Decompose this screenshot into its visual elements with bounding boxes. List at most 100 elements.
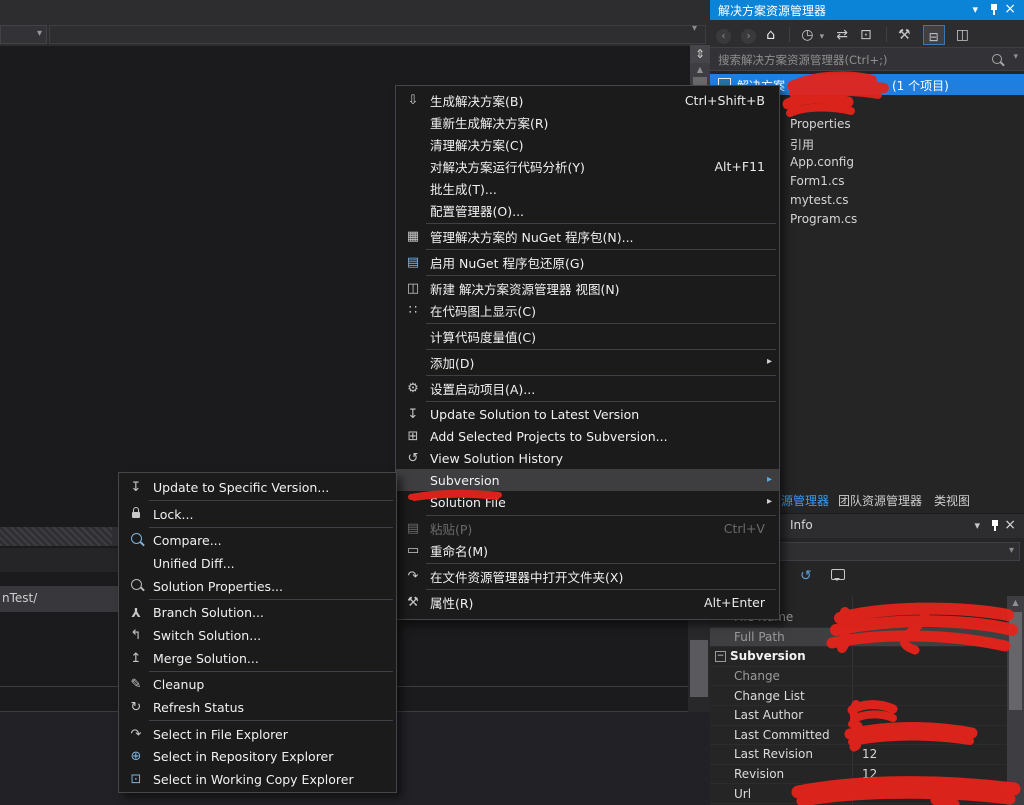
nuget-restore-icon: ▤ (396, 255, 430, 270)
menu-item-add[interactable]: 添加(D)▸ (396, 351, 779, 373)
scroll-up-button[interactable]: ▲ (1007, 596, 1024, 610)
menu-item-build-solution[interactable]: ⇩生成解决方案(B)Ctrl+Shift+B (396, 89, 779, 111)
property-row-revision[interactable]: Revision12 (710, 765, 1007, 785)
menu-item-manage-nuget-packages[interactable]: ▦管理解决方案的 NuGet 程序包(N)... (396, 225, 779, 247)
menu-item-update-to-specific-version[interactable]: ↧Update to Specific Version... (119, 476, 396, 499)
menu-item-refresh-status[interactable]: ↻Refresh Status (119, 696, 396, 719)
menu-item-unified-diff[interactable]: Unified Diff... (119, 552, 396, 575)
menu-item-show-on-code-map[interactable]: ∷在代码图上显示(C) (396, 299, 779, 321)
collapse-expander-icon[interactable]: − (715, 651, 726, 662)
menu-item-solution-properties[interactable]: Solution Properties... (119, 575, 396, 598)
panel-title: Info (785, 518, 818, 532)
home-icon[interactable]: ⌂ (766, 27, 775, 43)
solution-label-suffix: (1 个项目) (892, 77, 949, 94)
property-row-last-revision[interactable]: Last Revision12 (710, 745, 1007, 765)
tree-row[interactable]: 引用 (790, 136, 814, 153)
toolbar-combobox[interactable]: ▾ (0, 25, 47, 44)
menu-item-calculate-code-metrics[interactable]: 计算代码度量值(C) (396, 325, 779, 347)
menu-item-clean-solution[interactable]: 清理解决方案(C) (396, 133, 779, 155)
scrollbar-thumb[interactable] (690, 640, 708, 697)
solution-explorer-toolbar: ‹ › ⌂ ◷ ▾ ⇄ ⊡ ⚒ ⊟ ◫ (710, 20, 1024, 47)
menu-separator (149, 599, 393, 600)
menu-item-switch-solution[interactable]: ↰Switch Solution... (119, 624, 396, 647)
grid-scrollbar[interactable]: ▲ (1007, 596, 1024, 805)
tree-row[interactable]: App.config (790, 155, 854, 169)
cleanup-icon: ✎ (119, 677, 153, 692)
menu-separator (149, 671, 393, 672)
back-icon[interactable]: ‹ (716, 29, 731, 44)
toolbar-separator (886, 27, 887, 42)
menu-item-merge-solution[interactable]: ↥Merge Solution... (119, 647, 396, 670)
chevron-down-icon[interactable]: ▾ (820, 32, 825, 42)
menu-item-update-solution-latest[interactable]: ↧Update Solution to Latest Version (396, 403, 779, 425)
show-all-files-button[interactable]: ⊟ (923, 25, 945, 45)
properties-wrench-icon[interactable]: ⚒ (898, 27, 911, 43)
new-view-icon: ◫ (396, 281, 430, 296)
menu-item-set-startup-projects[interactable]: ⚙设置启动项目(A)... (396, 377, 779, 399)
menu-item-rename[interactable]: ▭重命名(M) (396, 539, 779, 561)
menu-item-enable-nuget-restore[interactable]: ▤启用 NuGet 程序包还原(G) (396, 251, 779, 273)
window-menu-caret-icon[interactable]: ▾ (972, 3, 978, 16)
splitter-handle[interactable]: ⇕ (690, 45, 710, 63)
menu-item-branch-solution[interactable]: YBranch Solution... (119, 601, 396, 624)
tree-row[interactable]: Properties (790, 117, 851, 131)
menu-item-configuration-manager[interactable]: 配置管理器(O)... (396, 199, 779, 221)
property-row-last-author[interactable]: Last Author (710, 706, 1007, 726)
menu-item-add-projects-to-subversion[interactable]: ⊞Add Selected Projects to Subversion... (396, 425, 779, 447)
pending-changes-filter-icon[interactable]: ◷ (801, 27, 813, 43)
property-row-full-path[interactable]: Full Path (710, 628, 1007, 648)
property-row-change-list[interactable]: Change List (710, 686, 1007, 706)
tab-class-view[interactable]: 类视图 (934, 492, 970, 509)
chevron-down-icon[interactable]: ▾ (1009, 545, 1014, 556)
history-icon[interactable]: ↺ (800, 568, 812, 584)
menu-item-solution-file[interactable]: Solution File▸ (396, 491, 779, 513)
menu-item-select-in-repository-explorer[interactable]: ⊕Select in Repository Explorer (119, 746, 396, 769)
pin-icon[interactable] (990, 4, 998, 15)
tree-row[interactable]: Form1.cs (790, 174, 845, 188)
property-row-last-committed[interactable]: Last Committed (710, 726, 1007, 746)
tree-row[interactable]: mytest.cs (790, 193, 849, 207)
menu-item-subversion[interactable]: Subversion▸ (396, 469, 779, 491)
menu-item-compare[interactable]: Compare... (119, 529, 396, 552)
comment-bubble-icon[interactable] (831, 569, 845, 580)
menu-item-cleanup[interactable]: ✎Cleanup (119, 674, 396, 697)
tab-team-explorer[interactable]: 团队资源管理器 (838, 492, 922, 509)
close-icon[interactable]: × (1004, 1, 1016, 17)
menu-item-lock[interactable]: Lock... (119, 503, 396, 526)
property-row-change[interactable]: Change (710, 667, 1007, 687)
refresh-icon: ↻ (119, 700, 153, 715)
solution-explorer-titlebar[interactable]: 解决方案资源管理器 ▾ × (710, 0, 1024, 20)
close-icon[interactable]: × (1004, 517, 1016, 533)
scrollbar-track[interactable] (688, 620, 710, 712)
collapse-all-icon[interactable]: ⊡ (860, 27, 872, 43)
search-icon[interactable] (992, 54, 1002, 64)
property-row-url[interactable]: Url (710, 784, 1007, 804)
menu-item-view-solution-history[interactable]: ↺View Solution History (396, 447, 779, 469)
menu-item-select-in-file-explorer[interactable]: ↷Select in File Explorer (119, 723, 396, 746)
menu-item-open-folder-in-explorer[interactable]: ↷在文件资源管理器中打开文件夹(X) (396, 565, 779, 587)
menu-item-batch-build[interactable]: 批生成(T)... (396, 177, 779, 199)
menu-item-paste[interactable]: ▤粘贴(P)Ctrl+V (396, 517, 779, 539)
working-copy-icon: ⊡ (119, 772, 153, 787)
chevron-down-icon[interactable]: ▾ (1013, 52, 1018, 62)
chevron-down-icon[interactable]: ▾ (692, 23, 697, 34)
menu-item-new-solution-explorer-view[interactable]: ◫新建 解决方案资源管理器 视图(N) (396, 277, 779, 299)
switch-icon: ↰ (119, 628, 153, 643)
scrollbar-thumb[interactable] (1009, 612, 1022, 710)
menu-item-rebuild-solution[interactable]: 重新生成解决方案(R) (396, 111, 779, 133)
pin-icon[interactable] (991, 520, 999, 531)
tree-row[interactable]: Program.cs (790, 212, 857, 226)
refresh-icon[interactable]: ⇄ (836, 27, 848, 43)
forward-icon[interactable]: › (741, 29, 756, 44)
window-menu-caret-icon[interactable]: ▾ (974, 519, 980, 532)
property-category-subversion[interactable]: −Subversion (710, 647, 1007, 667)
menu-item-select-in-working-copy-explorer[interactable]: ⊡Select in Working Copy Explorer (119, 768, 396, 791)
solution-explorer-search[interactable]: 搜索解决方案资源管理器(Ctrl+;) ▾ (710, 47, 1024, 71)
scroll-up-button[interactable]: ▲ (690, 63, 710, 76)
chevron-down-icon[interactable]: ▾ (37, 28, 42, 39)
toolbar-field[interactable] (49, 25, 706, 44)
menu-item-run-code-analysis[interactable]: 对解决方案运行代码分析(Y)Alt+F11 (396, 155, 779, 177)
sync-with-active-document-icon[interactable]: ◫ (956, 27, 969, 43)
menu-item-properties[interactable]: ⚒属性(R)Alt+Enter (396, 591, 779, 613)
branch-icon: Y (132, 605, 141, 619)
